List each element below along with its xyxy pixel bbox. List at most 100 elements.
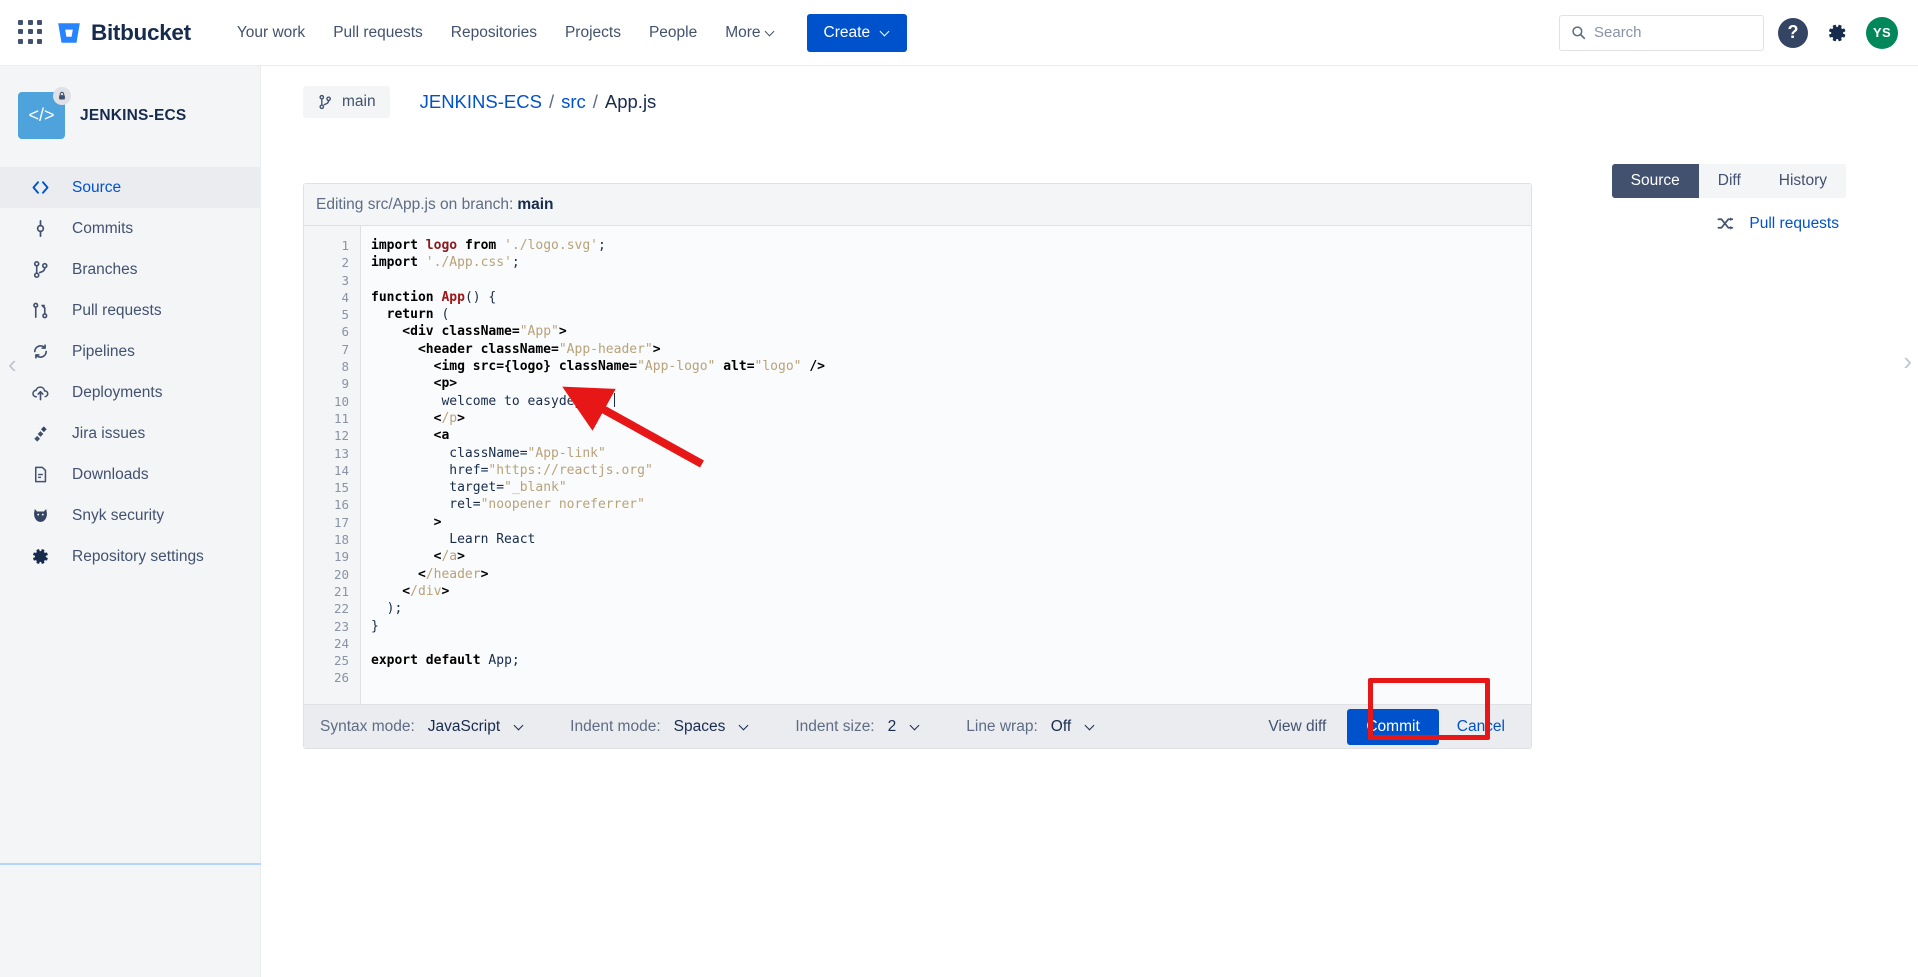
code-token: import: [371, 238, 418, 253]
file-download-icon: [30, 465, 50, 484]
pipeline-refresh-icon: [30, 342, 50, 361]
create-button[interactable]: Create: [806, 13, 908, 52]
code-line: <img src={logo} className="App-logo" alt…: [371, 358, 1531, 375]
code-line: <div className="App">: [371, 323, 1531, 340]
sidebar-item-branches[interactable]: Branches: [0, 249, 260, 290]
tab-source[interactable]: Source: [1611, 164, 1699, 198]
sidebar-item-downloads[interactable]: Downloads: [0, 454, 260, 495]
code-token: /header: [425, 566, 481, 582]
nav-more-label: More: [725, 23, 761, 41]
nav-your-work[interactable]: Your work: [223, 16, 319, 50]
line-number: 19: [333, 549, 349, 565]
gear-icon[interactable]: [1822, 18, 1852, 48]
code-token: from: [464, 238, 497, 253]
page-expand-icon[interactable]: ›: [1903, 348, 1912, 374]
tab-diff[interactable]: Diff: [1698, 164, 1760, 198]
code-editor-area[interactable]: 1 2 3 4 5 6 7 8 9 10 11 12 13 14 15 16 17 18 19 20 21 22 23 24 2…: [304, 226, 1531, 704]
sidebar-item-label: Pipelines: [72, 342, 135, 360]
tab-history[interactable]: History: [1759, 164, 1846, 198]
code-token: /a: [441, 549, 458, 565]
search-input[interactable]: Search: [1559, 14, 1764, 51]
syntax-mode-label: Syntax mode:: [320, 717, 415, 735]
indent-size-label: Indent size:: [795, 717, 875, 735]
bitbucket-home-link[interactable]: Bitbucket: [56, 20, 191, 46]
commit-button[interactable]: Commit: [1347, 708, 1439, 745]
line-wrap-group: Line wrap: Off: [966, 715, 1099, 739]
sidebar-item-repository-settings[interactable]: Repository settings: [0, 536, 260, 577]
code-token: href=: [371, 462, 489, 478]
sidebar-item-source[interactable]: Source: [0, 167, 260, 208]
shuffle-arrows-icon: [1717, 217, 1734, 230]
grid-apps-icon[interactable]: [18, 19, 44, 46]
code-token: ;: [511, 255, 520, 271]
indent-size-select[interactable]: 2: [884, 715, 925, 739]
code-token: "_blank": [504, 480, 567, 496]
line-wrap-value: Off: [1050, 717, 1072, 735]
indent-size-value: 2: [887, 717, 897, 735]
code-token: export: [371, 653, 418, 669]
breadcrumb-repo[interactable]: JENKINS-ECS: [420, 91, 542, 113]
line-number: 4: [341, 289, 349, 305]
nav-repositories[interactable]: Repositories: [437, 16, 551, 50]
code-token: logo: [425, 238, 458, 253]
line-number: 2: [341, 255, 349, 271]
editor-actions: View diff Commit Cancel: [1255, 708, 1515, 745]
syntax-mode-select[interactable]: JavaScript: [424, 715, 528, 739]
branch-icon: [30, 260, 50, 279]
view-mode-tabs: Source Diff History: [1611, 164, 1846, 198]
repository-header[interactable]: </> JENKINS-ECS: [0, 86, 260, 145]
line-number: 13: [333, 445, 349, 461]
indent-size-group: Indent size: 2: [795, 715, 924, 739]
search-placeholder: Search: [1594, 24, 1642, 41]
indent-mode-select[interactable]: Spaces: [670, 715, 754, 739]
line-number: 7: [341, 341, 349, 357]
repository-avatar-glyph: </>: [28, 105, 55, 125]
code-line: </p>: [371, 410, 1531, 427]
sidebar-item-snyk-security[interactable]: Snyk security: [0, 495, 260, 536]
code-token: function: [371, 289, 434, 305]
main-content: main JENKINS-ECS / src / App.js Source D…: [261, 66, 1918, 977]
avatar[interactable]: YS: [1866, 16, 1898, 49]
code-token: "App-header": [558, 341, 653, 357]
sidebar-item-jira-issues[interactable]: Jira issues: [0, 413, 260, 454]
sidebar-item-label: Deployments: [72, 383, 163, 401]
branch-icon: [319, 94, 331, 110]
commit-node-icon: [30, 219, 50, 238]
sidebar-collapse-icon[interactable]: ‹: [8, 351, 17, 377]
view-diff-button[interactable]: View diff: [1255, 710, 1339, 744]
nav-pull-requests[interactable]: Pull requests: [319, 16, 437, 50]
code-token: App;: [480, 653, 520, 669]
pull-requests-link[interactable]: Pull requests: [1716, 214, 1839, 233]
code-token: target=: [371, 480, 505, 496]
create-button-label: Create: [823, 23, 871, 41]
chevron-down-icon: [1086, 722, 1095, 731]
code-line: Learn React: [371, 531, 1531, 548]
sidebar-item-pipelines[interactable]: Pipelines: [0, 331, 260, 372]
breadcrumb-folder[interactable]: src: [561, 91, 586, 113]
sidebar-resize-handle[interactable]: [0, 863, 261, 865]
line-number-gutter: 1 2 3 4 5 6 7 8 9 10 11 12 13 14 15 16 17 18 19 20 21 22 23 24 2…: [304, 226, 361, 704]
top-nav-right-group: Search ? YS: [1559, 14, 1918, 51]
sidebar-item-deployments[interactable]: Deployments: [0, 372, 260, 413]
branch-selector-label: main: [342, 93, 376, 110]
nav-projects[interactable]: Projects: [551, 16, 635, 50]
cancel-button[interactable]: Cancel: [1447, 710, 1515, 744]
question-mark-icon[interactable]: ?: [1778, 17, 1808, 48]
nav-people[interactable]: People: [635, 16, 711, 50]
line-wrap-select[interactable]: Off: [1047, 715, 1099, 739]
sidebar-item-commits[interactable]: Commits: [0, 208, 260, 249]
breadcrumb-separator: /: [548, 91, 555, 112]
code-text-area[interactable]: import logo from './logo.svg'; import './…: [361, 226, 1531, 704]
cloud-upload-icon: [30, 383, 50, 402]
code-token: <header className=: [371, 341, 559, 357]
line-number: 3: [341, 272, 349, 288]
nav-more[interactable]: More: [711, 16, 788, 50]
code-token: /div: [410, 583, 442, 599]
sidebar-item-pull-requests[interactable]: Pull requests: [0, 290, 260, 331]
branch-selector[interactable]: main: [303, 86, 390, 118]
indent-mode-label: Indent mode:: [570, 717, 661, 735]
